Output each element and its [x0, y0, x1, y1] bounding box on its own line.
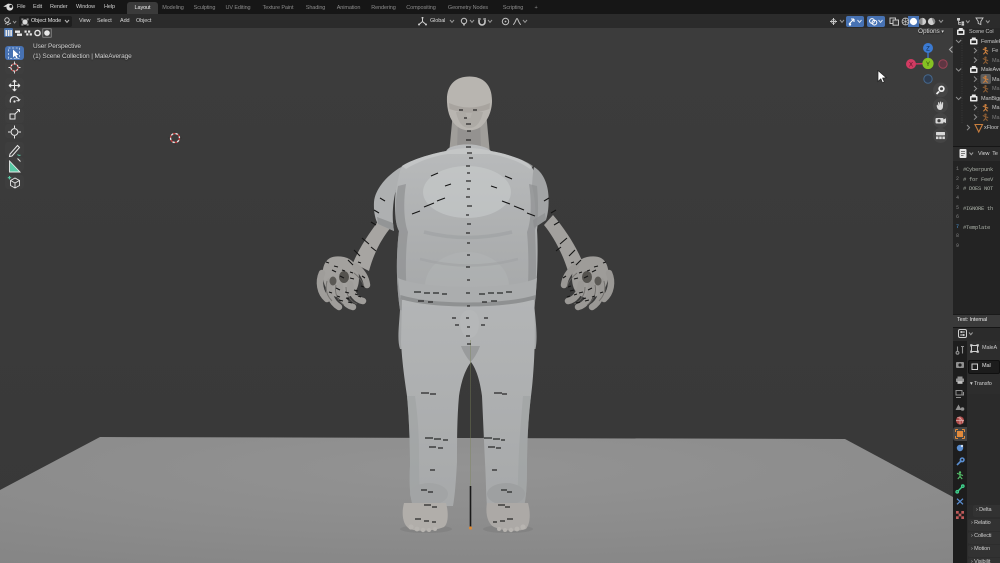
svg-text:X: X: [909, 62, 913, 68]
svg-text:Z: Z: [926, 46, 930, 52]
svg-text:Y: Y: [926, 62, 930, 68]
